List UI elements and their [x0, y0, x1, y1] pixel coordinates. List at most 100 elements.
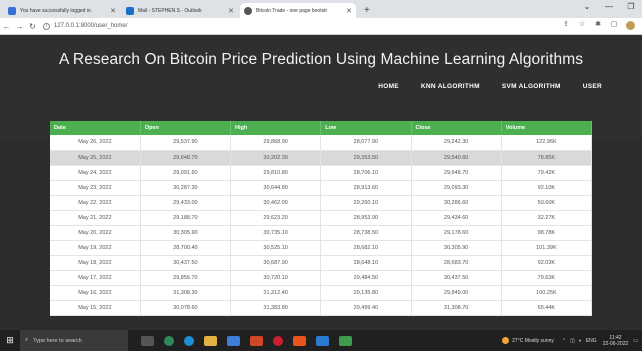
table-cell-volume: 78.85K — [501, 150, 593, 166]
table-cell-open: 30,078.60 — [140, 300, 232, 316]
table-cell-date: May 22, 2022 — [50, 195, 141, 211]
chevron-up-icon[interactable]: ⌃ — [562, 338, 566, 344]
task-view-icon[interactable] — [141, 335, 154, 346]
nav-svm-algorithm[interactable]: SVM ALGORITHM — [502, 83, 561, 90]
forward-arrow-icon[interactable]: → — [13, 22, 26, 31]
table-cell-close: 29,648.70 — [411, 165, 502, 181]
close-icon[interactable]: ✕ — [346, 7, 352, 15]
globe-icon — [244, 6, 252, 15]
table-cell-high: 30,644.80 — [230, 180, 322, 196]
table-cell-open: 29,433.00 — [140, 195, 232, 211]
table-cell-low: 29,135.80 — [320, 285, 412, 301]
table-cell-low: 29,260.10 — [320, 195, 412, 211]
table-cell-high: 29,623.20 — [230, 210, 322, 226]
nav-user[interactable]: USER — [583, 83, 602, 90]
taskbar-apps — [136, 335, 357, 346]
store-icon[interactable] — [227, 335, 240, 346]
main-nav: HOME KNN ALGORITHM SVM ALGORITHM USER — [356, 83, 602, 90]
table-cell-high: 30,525.10 — [230, 240, 322, 256]
browser-tab-active[interactable]: Bitcoin Trade - one page bootstr ✕ — [240, 3, 356, 18]
restore-icon[interactable]: ❐ — [620, 2, 642, 11]
table-cell-open: 28,700.40 — [140, 240, 232, 256]
table-row: May 22, 2022 29,433.00 30,462.00 29,260.10 3… — [50, 195, 593, 211]
table-cell-date: May 21, 2022 — [50, 210, 141, 226]
profile-avatar[interactable] — [622, 20, 638, 32]
extensions-icon[interactable]: ✱ — [590, 20, 606, 32]
chevron-down-icon[interactable]: ⌄ — [576, 2, 598, 11]
table-cell-open: 30,437.50 — [140, 255, 232, 271]
table-cell-volume: 92.03K — [501, 255, 593, 271]
table-cell-low: 29,484.50 — [320, 270, 412, 286]
url-field[interactable]: i 127.0.0.1:8000/user_home/ — [43, 20, 558, 32]
reload-icon[interactable]: ↻ — [26, 22, 39, 31]
windows-start-icon[interactable]: ⊞ — [0, 335, 20, 346]
table-row: May 16, 2022 31,308.30 31,312.40 29,135.80 2… — [50, 285, 593, 301]
table-row: May 19, 2022 28,700.40 30,525.10 28,682.10 3… — [50, 240, 593, 256]
table-cell-open: 30,305.90 — [140, 225, 232, 241]
nav-knn-algorithm[interactable]: KNN ALGORITHM — [421, 83, 480, 90]
file-explorer-icon[interactable] — [204, 335, 217, 346]
table-cell-low: 29,499.40 — [320, 300, 412, 316]
browser-tabbar: You have successfully logged in. ✕ Mail … — [0, 0, 642, 18]
close-icon[interactable]: ✕ — [110, 7, 116, 15]
tab-title: Mail - STEPHEN.S - Outlook — [138, 7, 202, 14]
table-cell-low: 28,077.90 — [320, 135, 412, 151]
table-cell-volume: 32.27K — [501, 210, 593, 226]
price-table-container: Date Open High Low Close Volume May 26, … — [50, 121, 593, 316]
notification-icon[interactable]: ▭ — [633, 338, 638, 344]
table-cell-high: 31,312.40 — [230, 285, 322, 301]
volume-icon[interactable]: 🔈︎ — [579, 338, 582, 344]
table-cell-close: 29,178.60 — [411, 225, 502, 241]
clock[interactable]: 11:42 22-06-2022 — [603, 335, 629, 347]
table-cell-volume: 122.96K — [501, 135, 593, 151]
taskbar: ⊞ ⌕ Type here to search 27°C Mostly sunn… — [0, 330, 642, 351]
table-cell-volume: 79.63K — [501, 270, 593, 286]
network-icon[interactable]: ◫ — [570, 338, 575, 344]
table-cell-high: 31,383.80 — [230, 300, 322, 316]
table-cell-open: 29,856.70 — [140, 270, 232, 286]
weather-widget[interactable]: 27°C Mostly sunny — [502, 337, 554, 344]
table-cell-close: 29,540.60 — [411, 150, 502, 166]
share-icon[interactable]: ⇪ — [558, 20, 574, 32]
column-header: Open — [140, 121, 232, 135]
table-cell-low: 29,353.50 — [320, 150, 412, 166]
nav-home[interactable]: HOME — [378, 83, 399, 90]
sidebar-icon[interactable]: ▢ — [606, 20, 622, 32]
star-icon[interactable]: ☆ — [574, 20, 590, 32]
office-icon[interactable] — [250, 335, 263, 346]
language-indicator[interactable]: ENG — [586, 338, 597, 344]
table-cell-close: 31,308.70 — [411, 300, 502, 316]
table-cell-volume: 98.78K — [501, 225, 593, 241]
table-cell-high: 30,735.10 — [230, 225, 322, 241]
terminal-icon[interactable] — [339, 335, 352, 346]
window-controls: ⌄ — ❐ — [576, 2, 642, 11]
table-cell-close: 29,242.30 — [411, 135, 502, 151]
close-icon[interactable]: ✕ — [228, 7, 234, 15]
ubuntu-icon[interactable] — [293, 335, 306, 346]
table-cell-low: 28,706.10 — [320, 165, 412, 181]
table-cell-date: May 23, 2022 — [50, 180, 141, 196]
system-tray: 27°C Mostly sunny ⌃ ◫ 🔈︎ ENG 11:42 22-06… — [502, 330, 638, 351]
vscode-icon[interactable] — [316, 335, 329, 346]
table-row: May 15, 2022 30,078.60 31,383.80 29,499.40 3… — [50, 300, 593, 316]
opera-icon[interactable] — [273, 335, 283, 346]
back-arrow-icon[interactable]: ← — [0, 22, 13, 31]
browser-toolbar: ⇪ ☆ ✱ ▢ — [558, 20, 638, 32]
table-cell-high: 30,462.00 — [230, 195, 322, 211]
edge-icon[interactable] — [184, 335, 194, 346]
table-cell-high: 29,868.90 — [230, 135, 322, 151]
info-icon[interactable]: i — [43, 22, 50, 30]
table-cell-high: 30,720.10 — [230, 270, 322, 286]
table-row: May 26, 2022 29,537.90 29,868.90 28,077.90 2… — [50, 135, 593, 151]
column-header: High — [230, 121, 322, 135]
table-cell-open: 29,648.70 — [140, 150, 232, 166]
weather-text: 27°C Mostly sunny — [512, 337, 554, 344]
chrome-icon[interactable] — [164, 335, 174, 346]
table-cell-close: 30,286.60 — [411, 195, 502, 211]
table-cell-close: 29,093.30 — [411, 180, 502, 196]
minimize-icon[interactable]: — — [598, 2, 620, 11]
browser-tab[interactable]: You have successfully logged in. ✕ — [4, 3, 120, 18]
browser-tab[interactable]: Mail - STEPHEN.S - Outlook ✕ — [122, 3, 238, 18]
taskbar-search[interactable]: ⌕ Type here to search — [20, 330, 128, 351]
new-tab-button[interactable]: + — [358, 3, 376, 18]
